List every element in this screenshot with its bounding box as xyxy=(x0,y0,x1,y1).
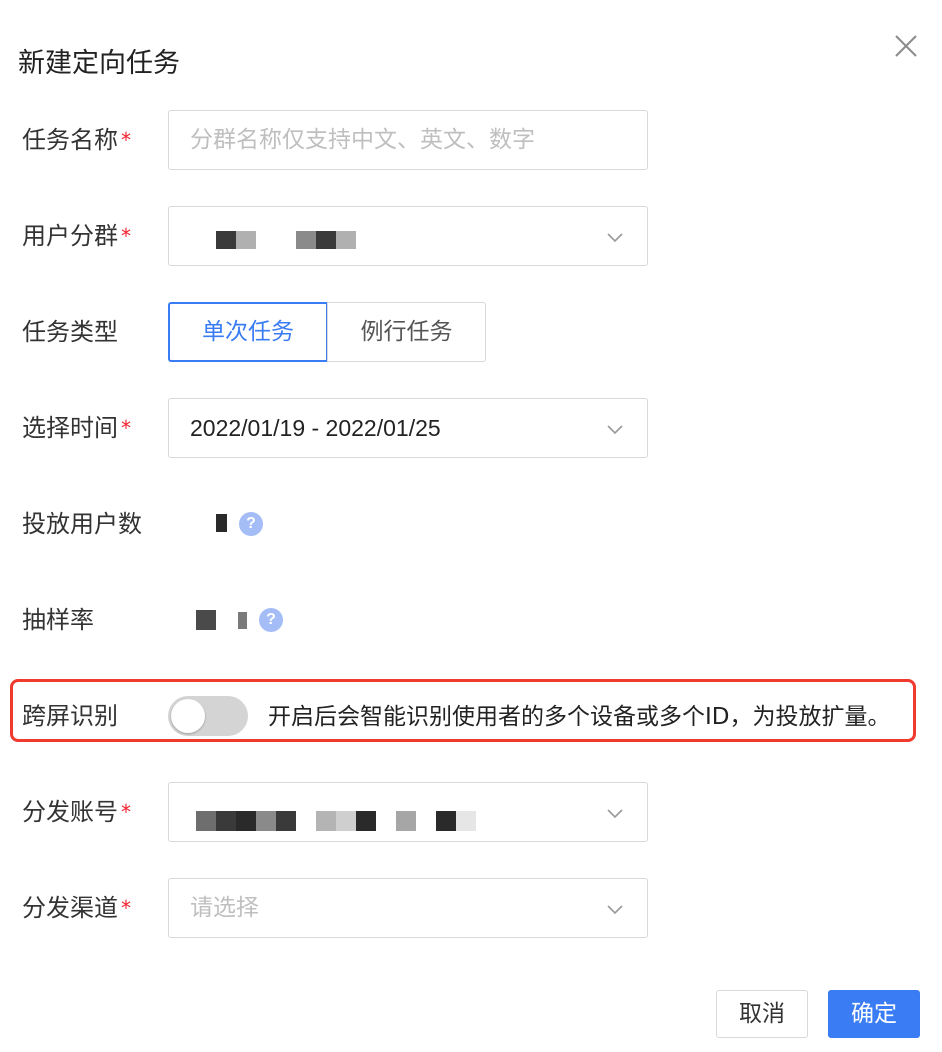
cancel-button[interactable]: 取消 xyxy=(716,990,808,1038)
task-name-label: 任务名称 * xyxy=(22,124,131,156)
user-group-label: 用户分群 * xyxy=(22,220,131,252)
chevron-down-icon xyxy=(607,233,623,243)
chevron-down-icon xyxy=(607,425,623,435)
distribution-channel-select[interactable]: 请选择 xyxy=(168,878,648,938)
distribution-account-label: 分发账号 * xyxy=(22,796,131,828)
distribution-account-select[interactable] xyxy=(168,782,648,842)
task-type-routine-button[interactable]: 例行任务 xyxy=(327,302,486,362)
cross-screen-label: 跨屏识别 xyxy=(22,702,118,730)
task-type-label: 任务类型 xyxy=(22,318,118,346)
toggle-knob xyxy=(171,699,205,733)
cross-screen-description: 开启后会智能识别使用者的多个设备或多个ID，为投放扩量。 xyxy=(268,704,891,730)
time-range-value: 2022/01/19 - 2022/01/25 xyxy=(190,415,441,441)
distribution-channel-label: 分发渠道 * xyxy=(22,892,131,924)
task-name-label-text: 任务名称 xyxy=(22,126,118,154)
distribution-account-label-text: 分发账号 xyxy=(22,798,118,826)
required-mark: * xyxy=(121,896,131,920)
distribution-channel-placeholder: 请选择 xyxy=(190,895,259,921)
confirm-button[interactable]: 确定 xyxy=(828,990,920,1038)
distribution-channel-label-text: 分发渠道 xyxy=(22,894,118,922)
required-mark: * xyxy=(121,224,131,248)
task-name-input[interactable] xyxy=(169,111,647,169)
dialog-title: 新建定向任务 xyxy=(18,48,180,79)
question-circle-icon[interactable]: ? xyxy=(259,608,283,632)
time-range-select[interactable]: 2022/01/19 - 2022/01/25 xyxy=(168,398,648,458)
chevron-down-icon xyxy=(607,905,623,915)
task-name-field[interactable] xyxy=(168,110,648,170)
sampling-rate-label: 抽样率 xyxy=(22,606,94,634)
cross-screen-toggle[interactable] xyxy=(168,696,248,736)
required-mark: * xyxy=(121,800,131,824)
time-range-label-text: 选择时间 xyxy=(22,414,118,442)
user-group-select[interactable] xyxy=(168,206,648,266)
close-icon[interactable] xyxy=(888,28,924,64)
required-mark: * xyxy=(121,416,131,440)
chevron-down-icon xyxy=(607,809,623,819)
user-group-label-text: 用户分群 xyxy=(22,222,118,250)
question-circle-icon[interactable]: ? xyxy=(239,512,263,536)
task-type-single-button[interactable]: 单次任务 xyxy=(168,302,328,362)
time-range-label: 选择时间 * xyxy=(22,412,131,444)
target-users-label: 投放用户数 xyxy=(22,510,142,538)
required-mark: * xyxy=(121,128,131,152)
